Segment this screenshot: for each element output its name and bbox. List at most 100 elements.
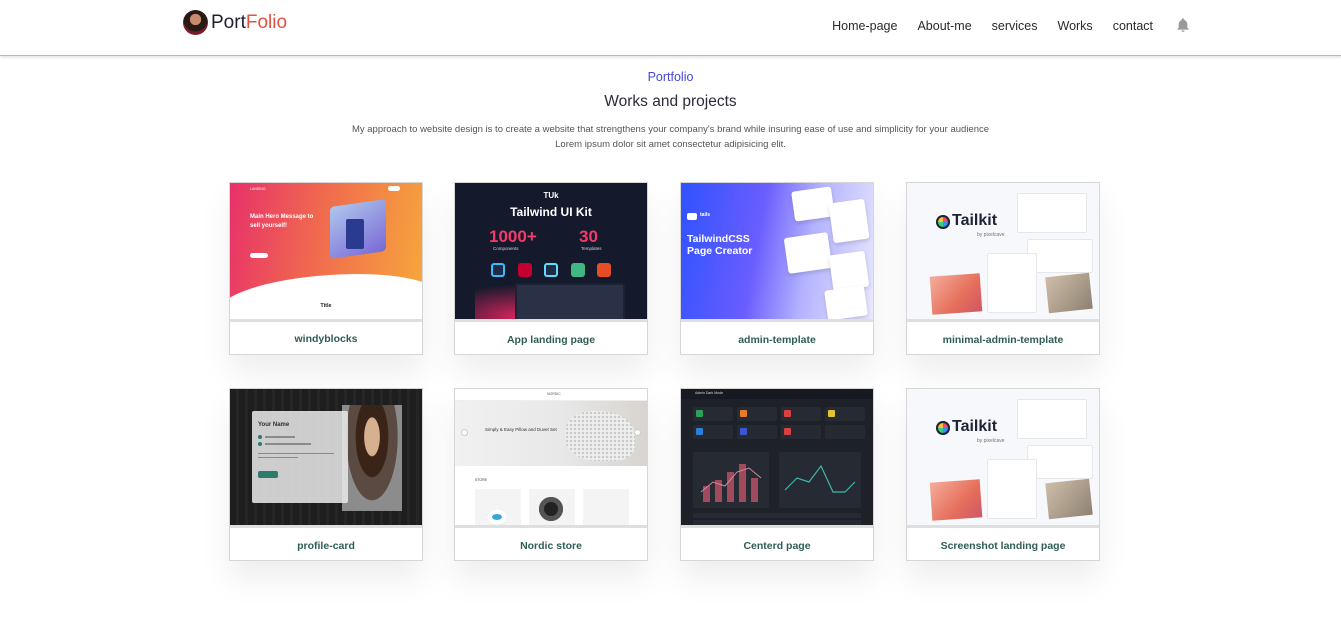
project-card-nordic-store[interactable]: NORDIC Simply & Easy Pillow and Duvet Se… [454, 388, 648, 561]
project-card-profile-card[interactable]: Your Name profile-card [229, 388, 423, 561]
thumb-panel [1017, 399, 1087, 439]
nav-services[interactable]: services [992, 19, 1038, 33]
nav-about-me[interactable]: About-me [917, 19, 971, 33]
thumb-bar-chart [693, 452, 769, 508]
thumb-image [1045, 478, 1093, 520]
thumb-stat-icon [696, 410, 703, 417]
project-thumbnail: Admin Dark Mode [681, 389, 873, 528]
thumb-panel [828, 250, 870, 292]
thumb-table-row [693, 520, 861, 525]
thumb-line [265, 436, 295, 438]
tailwind-icon [491, 263, 505, 277]
project-label[interactable]: Centerd page [681, 540, 873, 552]
bell-icon[interactable] [1175, 17, 1191, 33]
thumb-image [1045, 272, 1093, 314]
thumb-brand: Tailkit [952, 418, 998, 435]
react-icon [544, 263, 558, 277]
thumb-heading: TailwindCSS Page Creator [687, 233, 752, 257]
tailkit-logo-icon [936, 421, 950, 435]
thumb-byline: by pixelcave [977, 438, 1005, 444]
thumb-product [475, 489, 521, 525]
project-thumbnail: NORDIC Simply & Easy Pillow and Duvet Se… [455, 389, 647, 528]
thumb-stat-icon [784, 428, 791, 435]
thumb-sub-title: Title [320, 303, 332, 309]
thumb-brand: NORDIC [547, 392, 561, 396]
thumb-arrow-left [461, 429, 468, 436]
section-description: My approach to website design is to crea… [351, 124, 990, 150]
thumb-pill [388, 186, 400, 191]
works-section-header: Portfolio Works and projects My approach… [0, 56, 1341, 152]
thumb-topbar: NORDIC [455, 389, 647, 401]
thumb-topbar: Admin Dark Mode [681, 389, 873, 399]
thumb-image [929, 479, 983, 521]
top-navbar: Port Folio Home-page About-me services Wo… [0, 0, 1341, 56]
project-card-windyblocks[interactable]: LANDING Main Hero Message to sell yourse… [229, 182, 423, 355]
project-thumbnail: Tailkit by pixelcave [907, 183, 1099, 322]
thumb-dot [258, 442, 262, 446]
site-logo[interactable]: Port Folio [183, 10, 287, 35]
project-label[interactable]: Screenshot landing page [907, 540, 1099, 552]
thumb-store-label: STORE [475, 478, 487, 482]
project-card-minimal-admin-template[interactable]: Tailkit by pixelcave minimal-admin-templ… [906, 182, 1100, 355]
project-card-centerd-page[interactable]: Admin Dark Mode Centerd page [680, 388, 874, 561]
thumb-heading-line-2: Page Creator [687, 245, 753, 257]
thumb-panel [1017, 193, 1087, 233]
tailkit-logo-icon [936, 215, 950, 229]
project-label[interactable]: App landing page [455, 334, 647, 346]
project-label[interactable]: admin-template [681, 334, 873, 346]
project-label[interactable]: Nordic store [455, 540, 647, 552]
thumb-hero-text: Simply & Easy Pillow and Duvet Set [485, 427, 557, 432]
section-title: Works and projects [604, 93, 737, 110]
thumb-number-2: 30 [579, 227, 598, 246]
html5-icon [597, 263, 611, 277]
project-thumbnail: Tailkit by pixelcave [907, 389, 1099, 528]
thumb-stat-icon [740, 428, 747, 435]
thumb-number-1: 1000+ [489, 227, 537, 246]
nav-contact[interactable]: contact [1113, 19, 1153, 33]
thumb-byline: by pixelcave [977, 232, 1005, 238]
project-label[interactable]: windyblocks [230, 333, 422, 345]
thumb-brand: tails [700, 212, 711, 218]
project-card-screenshot-landing-page[interactable]: Tailkit by pixelcave Screenshot landing … [906, 388, 1100, 561]
thumb-panel [783, 232, 833, 274]
thumb-illustration-figure [346, 219, 364, 249]
thumb-stat-icon [784, 410, 791, 417]
thumb-table-row [693, 513, 861, 518]
nav-works[interactable]: Works [1058, 19, 1093, 33]
project-thumbnail: tails TailwindCSS Page Creator [681, 183, 873, 322]
thumb-panel [987, 459, 1037, 519]
thumb-photo [342, 405, 402, 511]
thumb-line-chart-svg [784, 464, 856, 493]
logo-text-folio: Folio [245, 11, 288, 33]
project-label[interactable]: minimal-admin-template [907, 334, 1099, 346]
thumb-arrow-right [634, 429, 641, 436]
project-thumbnail: LANDING Main Hero Message to sell yourse… [230, 183, 422, 322]
main-nav: Home-page About-me services Works contac… [812, 18, 1191, 33]
thumb-bar-chart-svg [700, 464, 762, 502]
thumb-button [258, 471, 278, 478]
nav-home-page[interactable]: Home-page [832, 19, 897, 33]
avatar [183, 10, 208, 35]
thumb-panel [987, 253, 1037, 313]
thumb-brand: Admin Dark Mode [695, 391, 724, 395]
thumb-caption-2: Templates [581, 246, 602, 251]
thumb-logo [687, 213, 697, 220]
logo-text-port: Port [211, 11, 246, 33]
project-card-app-landing-page[interactable]: TUk Tailwind UI Kit 1000+ Components 30 … [454, 182, 648, 355]
thumb-brand: LANDING [250, 187, 266, 191]
thumb-panel [828, 198, 870, 244]
thumb-screenshots [515, 283, 625, 319]
thumb-line [265, 443, 311, 445]
thumb-profile-name: Your Name [258, 422, 290, 428]
project-thumbnail: TUk Tailwind UI Kit 1000+ Components 30 … [455, 183, 647, 322]
thumb-line [258, 453, 334, 454]
project-card-admin-template[interactable]: tails TailwindCSS Page Creator admin-temp… [680, 182, 874, 355]
thumb-wave [230, 267, 422, 319]
project-label[interactable]: profile-card [230, 540, 422, 552]
thumb-caption-1: Components [493, 246, 519, 251]
thumb-dot [258, 435, 262, 439]
thumb-line-chart [779, 452, 861, 508]
thumb-product [529, 489, 575, 525]
angular-icon [517, 263, 532, 277]
thumb-panel [824, 285, 868, 319]
